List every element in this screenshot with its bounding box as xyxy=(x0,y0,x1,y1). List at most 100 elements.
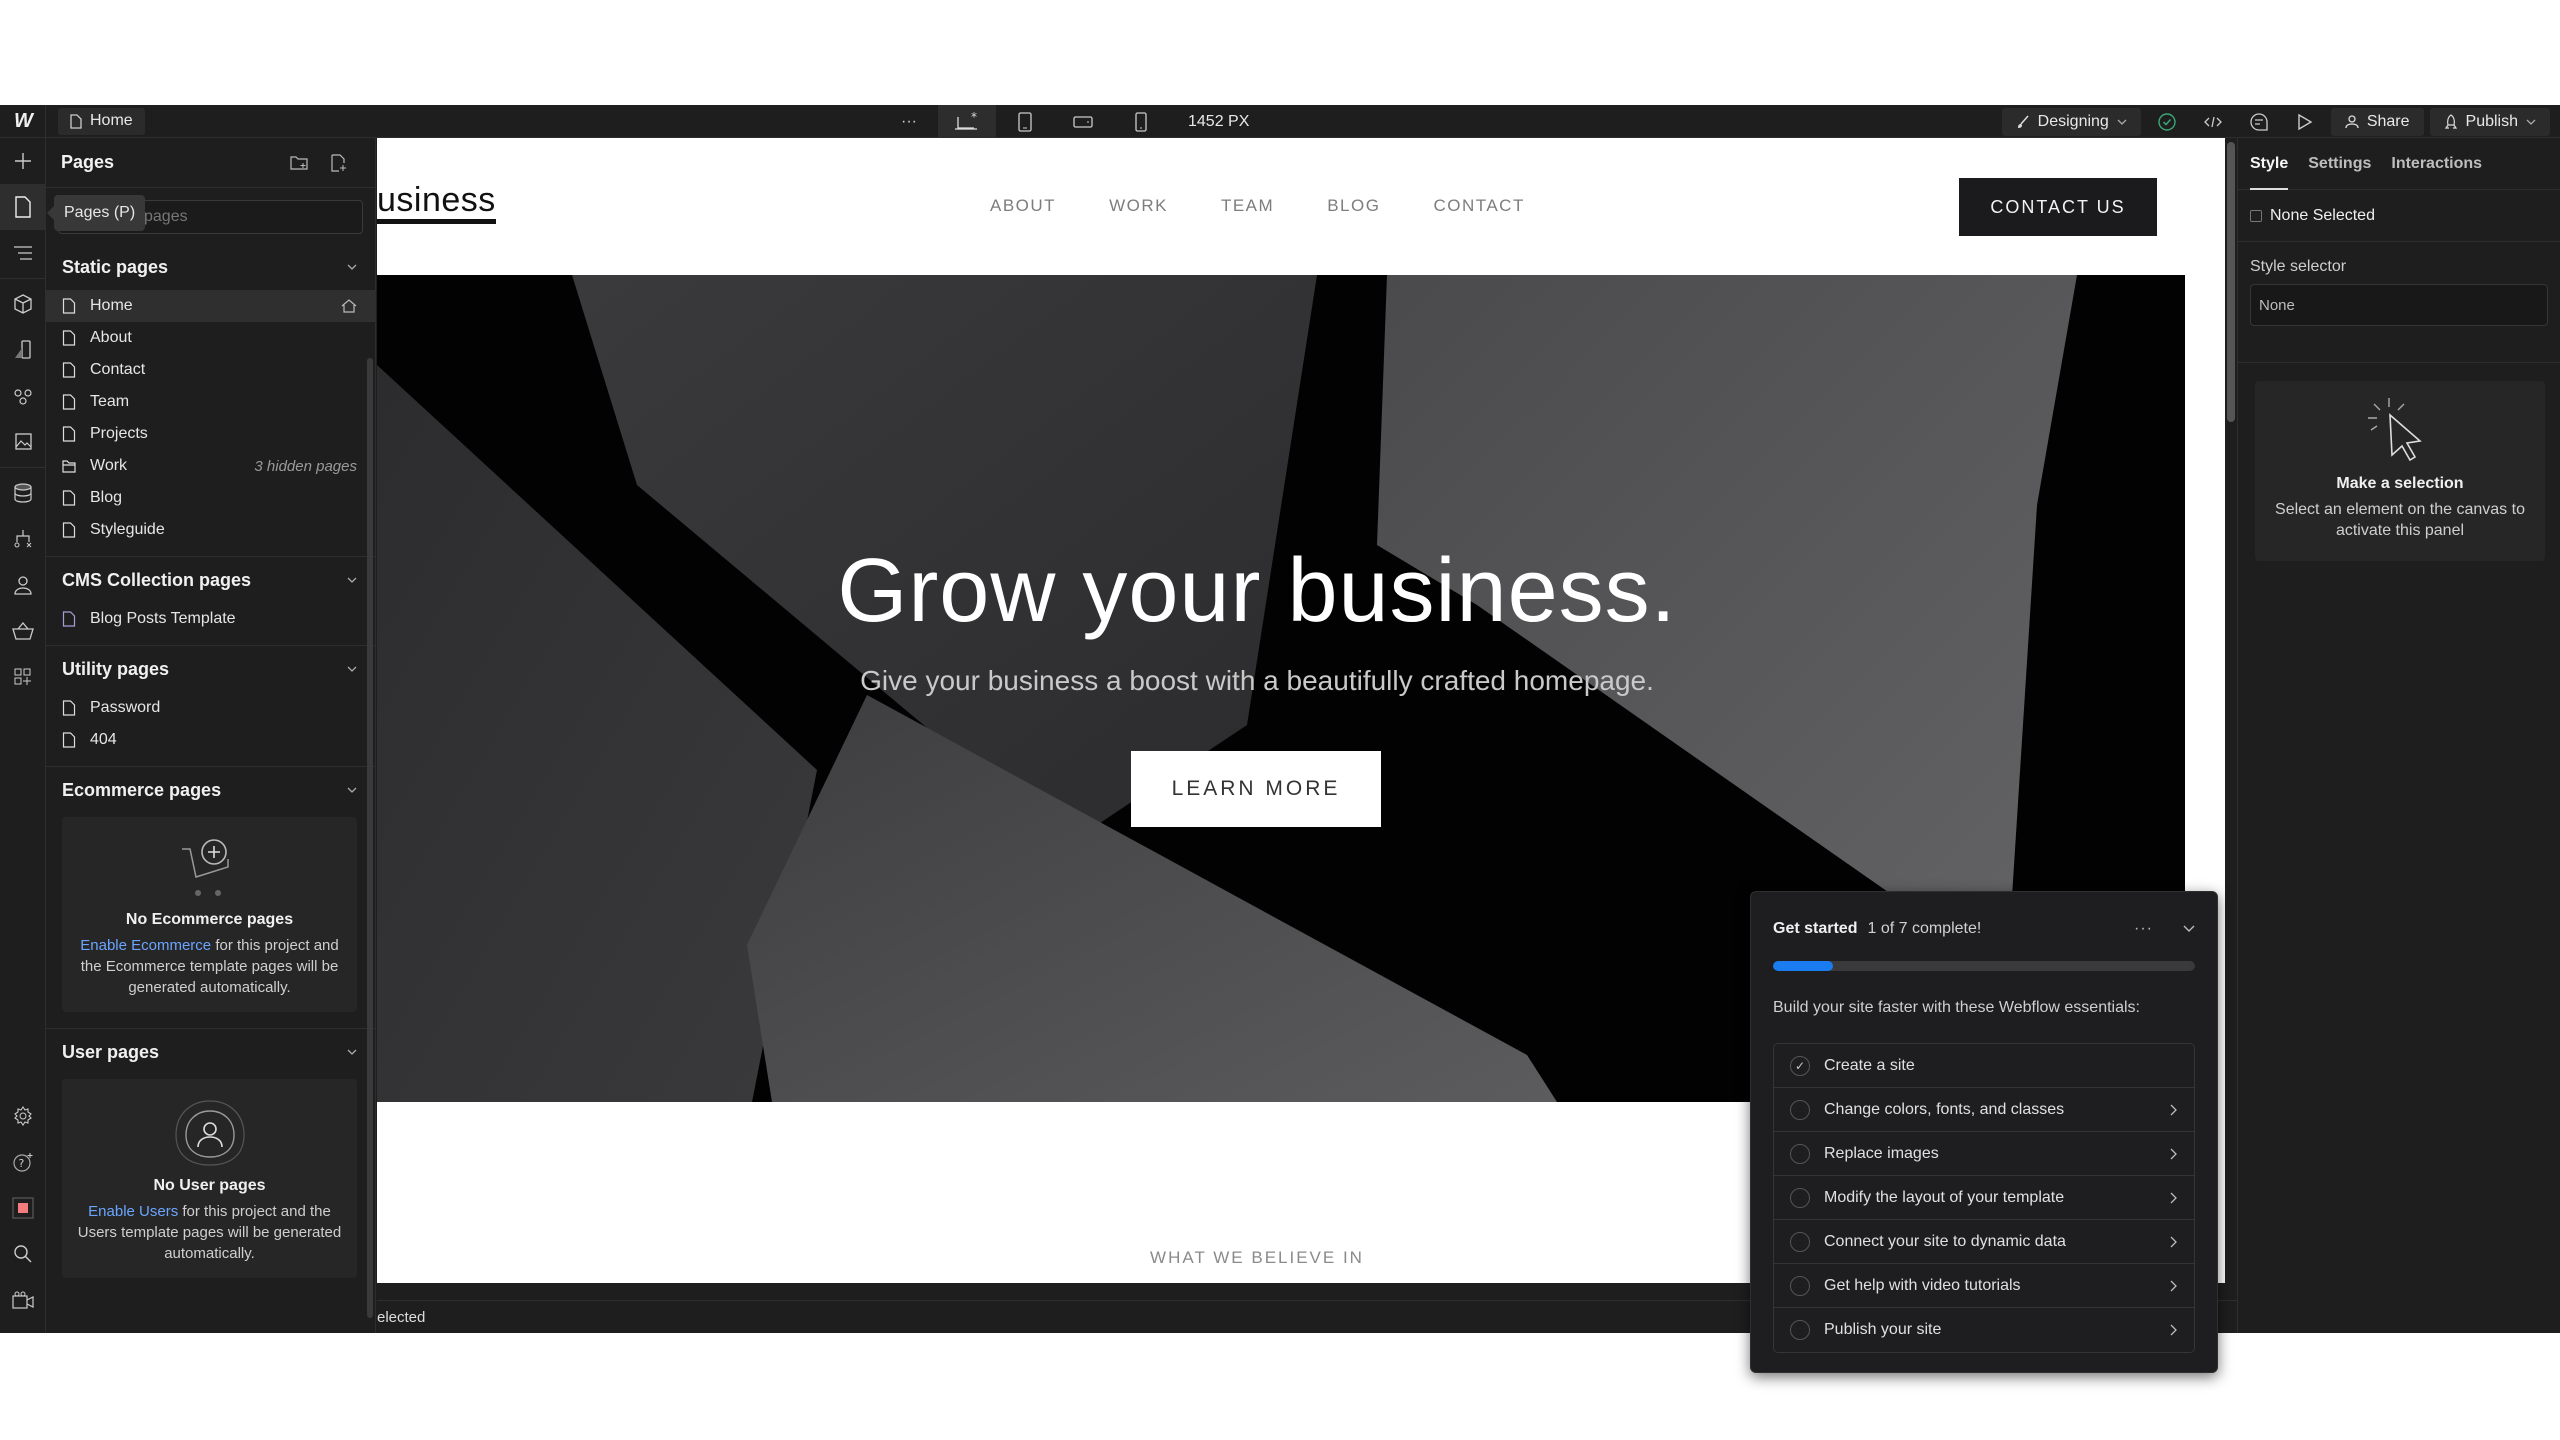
cms-button[interactable] xyxy=(0,470,46,516)
contact-us-button[interactable]: CONTACT US xyxy=(1959,178,2157,236)
learn-more-button[interactable]: LEARN MORE xyxy=(1131,751,1381,827)
add-elements-button[interactable] xyxy=(0,138,46,184)
preview-button[interactable] xyxy=(2285,105,2325,138)
tab-settings[interactable]: Settings xyxy=(2308,155,2371,173)
nav-link-blog[interactable]: BLOG xyxy=(1327,196,1380,216)
share-label: Share xyxy=(2366,112,2410,130)
variables-button[interactable] xyxy=(0,327,46,373)
selection-checkbox[interactable] xyxy=(2250,209,2262,222)
page-item-about[interactable]: About xyxy=(46,322,375,354)
page-item-home[interactable]: Home xyxy=(46,290,375,322)
page-item-work[interactable]: Work 3 hidden pages xyxy=(46,450,375,482)
breakpoint-tablet-button[interactable] xyxy=(996,105,1054,138)
page-item-contact[interactable]: Contact xyxy=(46,354,375,386)
new-page-button[interactable] xyxy=(319,153,359,172)
mode-dropdown[interactable]: Designing xyxy=(2001,107,2141,136)
site-navbar: usiness ABOUT WORK TEAM BLOG CONTACT CONTACT… xyxy=(377,138,2225,275)
help-button[interactable]: ? xyxy=(0,1139,46,1185)
style-selector-input[interactable]: None xyxy=(2250,284,2548,326)
checklist-item-label: Change colors, fonts, and classes xyxy=(1824,1100,2065,1118)
check-status-icon xyxy=(2158,112,2176,131)
users-button[interactable] xyxy=(0,562,46,608)
collapse-chevron-icon[interactable] xyxy=(2183,925,2195,933)
code-export-button[interactable] xyxy=(2193,105,2233,138)
cursor-click-icon xyxy=(2368,398,2422,462)
page-item-password[interactable]: Password xyxy=(46,692,375,724)
checklist-item[interactable]: Publish your site xyxy=(1774,1308,2194,1352)
empty-circle-icon xyxy=(1790,1187,1810,1208)
utility-pages-header[interactable]: Utility pages xyxy=(46,646,375,692)
checklist-item[interactable]: Get help with video tutorials xyxy=(1774,1264,2194,1308)
checklist-item[interactable]: Connect your site to dynamic data xyxy=(1774,1220,2194,1264)
brush-icon xyxy=(2017,115,2029,128)
ecommerce-button[interactable] xyxy=(0,608,46,654)
components-button[interactable] xyxy=(0,281,46,327)
tab-style[interactable]: Style xyxy=(2250,155,2288,173)
publish-button[interactable]: Publish xyxy=(2429,107,2550,136)
webflow-logo[interactable]: W xyxy=(0,104,46,138)
pages-button[interactable] xyxy=(0,184,46,230)
user-pages-header[interactable]: User pages xyxy=(46,1029,375,1075)
page-item-styleguide[interactable]: Styleguide xyxy=(46,514,375,546)
canvas-scrollbar[interactable] xyxy=(2227,142,2235,422)
comments-button[interactable] xyxy=(2239,105,2279,138)
page-label: Home xyxy=(90,297,133,314)
breakpoint-portrait-button[interactable] xyxy=(1112,105,1170,138)
tab-interactions[interactable]: Interactions xyxy=(2391,155,2482,173)
breakpoint-landscape-button[interactable] xyxy=(1054,105,1112,138)
page-icon xyxy=(62,490,76,506)
page-item-team[interactable]: Team xyxy=(46,386,375,418)
rail-divider xyxy=(0,278,45,279)
page-item-blog-posts-template[interactable]: Blog Posts Template xyxy=(46,603,375,635)
more-options-button[interactable]: ··· xyxy=(880,105,938,138)
nav-link-team[interactable]: TEAM xyxy=(1221,196,1274,216)
new-folder-button[interactable] xyxy=(279,155,319,171)
page-icon xyxy=(62,700,76,716)
nav-link-about[interactable]: ABOUT xyxy=(990,196,1056,216)
static-pages-header[interactable]: Static pages xyxy=(46,244,375,290)
nav-link-contact[interactable]: CONTACT xyxy=(1433,196,1524,216)
page-item-blog[interactable]: Blog xyxy=(46,482,375,514)
ecommerce-pages-header[interactable]: Ecommerce pages xyxy=(46,767,375,813)
current-page-button[interactable]: Home xyxy=(58,107,145,135)
pages-panel-scrollbar[interactable] xyxy=(367,358,373,1318)
chevron-right-icon xyxy=(2170,1104,2177,1115)
styles-icon xyxy=(14,389,32,405)
more-options-icon[interactable]: ··· xyxy=(2134,920,2153,938)
ecommerce-empty-title: No Ecommerce pages xyxy=(125,911,294,928)
record-button[interactable] xyxy=(0,1185,46,1231)
navigator-button[interactable] xyxy=(0,230,46,276)
site-logo[interactable]: usiness xyxy=(377,183,496,224)
checklist-item[interactable]: ✓ Create a site xyxy=(1774,1044,2194,1088)
breakpoint-desktop-button[interactable]: * xyxy=(938,105,996,138)
static-pages-section: Static pages Home About Contact Team Project… xyxy=(46,244,375,557)
checklist-item[interactable]: Modify the layout of your template xyxy=(1774,1176,2194,1220)
checklist-item-label: Replace images xyxy=(1824,1144,1939,1162)
page-item-404[interactable]: 404 xyxy=(46,724,375,756)
checklist-item[interactable]: Replace images xyxy=(1774,1132,2194,1176)
page-icon xyxy=(62,394,76,410)
cms-pages-header[interactable]: CMS Collection pages xyxy=(46,557,375,603)
user-icon xyxy=(2345,114,2359,128)
styles-button[interactable] xyxy=(0,373,46,419)
checklist-item[interactable]: Change colors, fonts, and classes xyxy=(1774,1088,2194,1132)
utility-pages-section: Utility pages Password 404 xyxy=(46,646,375,767)
home-icon xyxy=(341,299,357,313)
chevron-right-icon xyxy=(2170,1324,2177,1336)
settings-icon xyxy=(14,1106,32,1126)
nav-link-work[interactable]: WORK xyxy=(1109,196,1168,216)
settings-button[interactable] xyxy=(0,1093,46,1139)
logic-button[interactable] xyxy=(0,516,46,562)
mobile-landscape-icon xyxy=(1073,115,1093,128)
search-button[interactable] xyxy=(0,1231,46,1277)
apps-button[interactable] xyxy=(0,654,46,700)
site-status-button[interactable] xyxy=(2147,105,2187,138)
page-item-projects[interactable]: Projects xyxy=(46,418,375,450)
video-tutorials-button[interactable] xyxy=(0,1277,46,1323)
empty-circle-icon xyxy=(1790,1143,1810,1164)
enable-users-link[interactable]: Enable Users xyxy=(88,1203,178,1220)
share-button[interactable]: Share xyxy=(2330,107,2424,136)
hero-subtitle: Give your business a boost with a beauti… xyxy=(860,665,1654,696)
enable-ecommerce-link[interactable]: Enable Ecommerce xyxy=(80,937,211,954)
assets-button[interactable] xyxy=(0,419,46,465)
